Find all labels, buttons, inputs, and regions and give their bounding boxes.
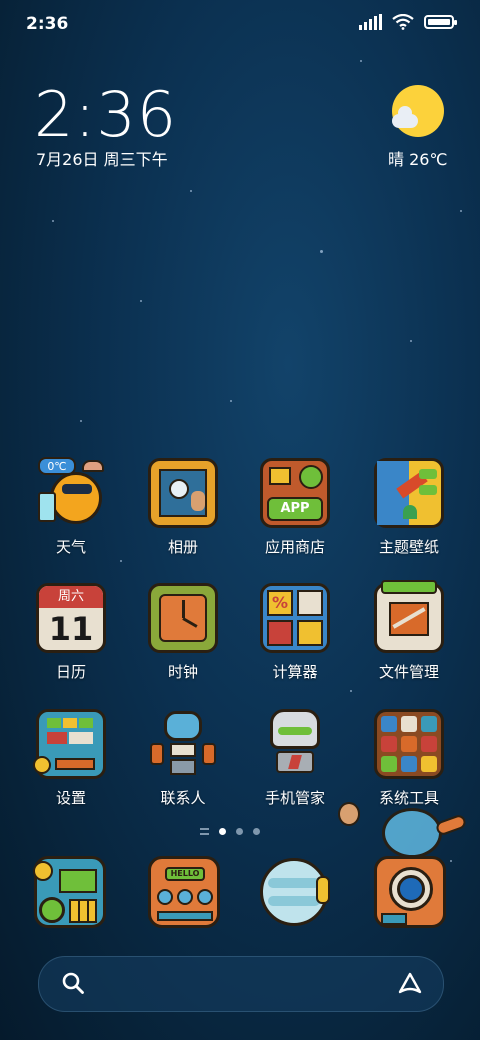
- signal-icon: [359, 14, 382, 30]
- security-robot-icon: [260, 709, 330, 779]
- page-dot: [253, 828, 260, 835]
- dock-messages-icon[interactable]: HELLO: [148, 856, 220, 928]
- widget-date: 7月26日 周三下午: [36, 150, 168, 169]
- dock-camera-icon[interactable]: [374, 856, 446, 928]
- app-calendar[interactable]: 周六 11 日历: [16, 583, 126, 683]
- calendar-weekday: 周六: [39, 586, 103, 608]
- weather-app-icon: 0℃: [36, 457, 106, 528]
- status-bar: 2:36: [0, 0, 480, 50]
- app-label: 主题壁纸: [378, 538, 439, 556]
- app-tools-folder[interactable]: 系统工具: [354, 709, 464, 809]
- widget-weather: 晴 26℃: [388, 150, 448, 169]
- calculator-icon: %: [260, 583, 330, 653]
- widget-clock-time[interactable]: 2:36: [34, 78, 177, 151]
- themes-icon: [374, 458, 444, 528]
- wifi-icon: [392, 14, 414, 30]
- app-label: 相册: [167, 538, 198, 556]
- app-gallery[interactable]: 相册: [128, 458, 238, 558]
- app-label: 设置: [55, 789, 86, 807]
- app-label: 系统工具: [378, 789, 439, 807]
- search-bar[interactable]: [38, 956, 444, 1012]
- page-dot: [236, 828, 243, 835]
- page-dot-active: [219, 828, 226, 835]
- app-label: 天气: [55, 538, 86, 556]
- astronaut-decoration: [338, 802, 360, 826]
- messages-hello-badge: HELLO: [165, 867, 205, 881]
- app-label: 日历: [55, 663, 86, 681]
- app-label: 文件管理: [378, 663, 439, 681]
- cloud-icon: [392, 106, 418, 128]
- contacts-robot-icon: [148, 709, 218, 779]
- app-security[interactable]: 手机管家: [240, 709, 350, 809]
- weather-temp-badge: 0℃: [38, 457, 76, 475]
- status-time: 2:36: [26, 14, 69, 34]
- app-label: 计算器: [272, 663, 318, 681]
- planet-decoration: [382, 808, 442, 858]
- page-indicator[interactable]: [200, 828, 260, 835]
- search-icon: [62, 972, 84, 994]
- app-clock[interactable]: 时钟: [128, 583, 238, 683]
- app-themes[interactable]: 主题壁纸: [354, 458, 464, 558]
- file-manager-icon: [374, 580, 444, 653]
- dock: HELLO: [0, 856, 480, 936]
- rocket-decoration: [434, 813, 468, 837]
- app-label: 联系人: [160, 789, 206, 807]
- app-label: 手机管家: [264, 789, 325, 807]
- tools-folder-icon: [374, 709, 444, 779]
- clock-icon: [148, 583, 218, 653]
- app-weather[interactable]: 0℃ 天气: [16, 457, 126, 558]
- voice-assistant-icon[interactable]: [397, 971, 423, 997]
- app-calculator[interactable]: % 计算器: [240, 583, 350, 683]
- app-store-badge: APP: [267, 497, 323, 521]
- dock-browser-icon[interactable]: [260, 856, 332, 928]
- gallery-icon: [148, 458, 218, 528]
- app-settings[interactable]: 设置: [16, 709, 126, 809]
- app-label: 应用商店: [264, 538, 325, 556]
- app-label: 时钟: [167, 663, 198, 681]
- settings-icon: [33, 709, 106, 779]
- app-store-icon: APP: [260, 458, 330, 528]
- dock-phone-icon[interactable]: [33, 856, 106, 928]
- battery-icon: [424, 15, 457, 29]
- app-file-manager[interactable]: 文件管理: [354, 580, 464, 683]
- app-contacts[interactable]: 联系人: [128, 709, 238, 809]
- calendar-day-number: 11: [48, 610, 94, 648]
- app-store[interactable]: APP 应用商店: [240, 458, 350, 558]
- menu-lines-icon: [200, 828, 209, 835]
- calendar-icon: 周六 11: [36, 583, 106, 653]
